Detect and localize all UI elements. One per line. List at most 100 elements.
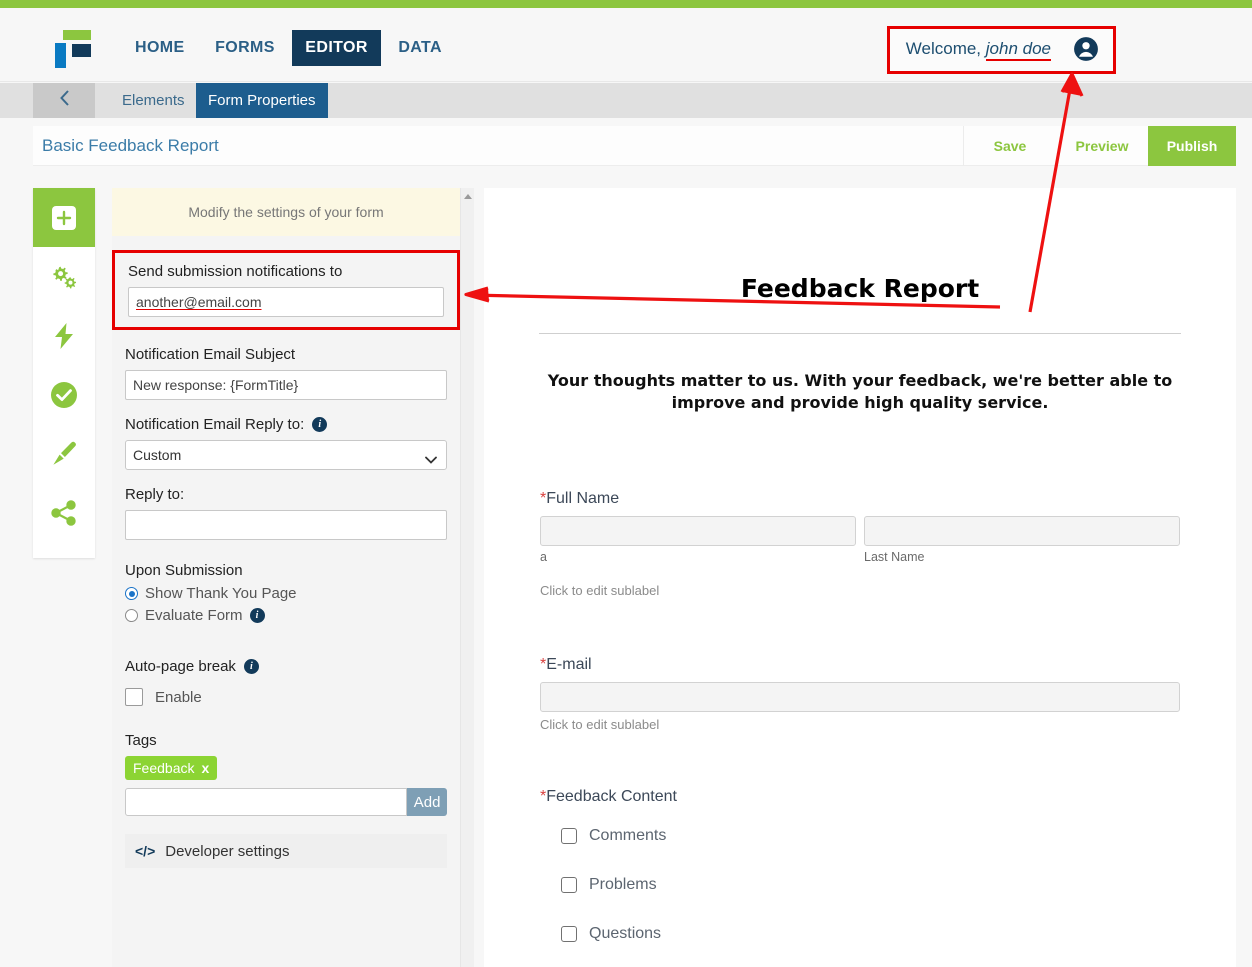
preview-checkbox-option-comments[interactable]: Comments [561, 827, 1180, 845]
preview-field-feedback-content[interactable]: *Feedback Content Comments Problems Ques… [540, 788, 1180, 943]
preview-sublabel-first-name[interactable]: a [540, 550, 856, 564]
form-preview: Feedback Report Your thoughts matter to … [484, 188, 1236, 967]
rail-item-share[interactable] [33, 483, 95, 542]
notifications-email-input[interactable] [128, 287, 444, 317]
preview-form-title[interactable]: Feedback Report [484, 274, 1236, 303]
publish-button[interactable]: Publish [1148, 126, 1236, 166]
tag-add-row: Add [125, 788, 447, 816]
subject-label: Notification Email Subject [125, 346, 296, 363]
checkbox-comments[interactable] [561, 828, 577, 844]
rail-item-settings[interactable] [33, 247, 95, 306]
tag-input[interactable] [125, 788, 408, 816]
preview-label-text-full-name: Full Name [546, 490, 620, 507]
replyto-select-label-text: Notification Email Reply to: [125, 416, 305, 433]
developer-settings-label: Developer settings [165, 842, 290, 860]
preview-input-last-name[interactable] [864, 516, 1180, 546]
preview-inputs-email [540, 682, 1180, 712]
nav-link-editor[interactable]: EDITOR [292, 30, 381, 66]
preview-label-text-email: E-mail [546, 656, 592, 673]
auto-page-break-enable-row[interactable]: Enable [125, 688, 447, 706]
preview-checkbox-option-problems[interactable]: Problems [561, 876, 1180, 894]
notifications-label: Send submission notifications to [128, 263, 343, 280]
welcome-text: Welcome, john doe [905, 39, 1051, 61]
auto-page-break-label: Auto-page break i [125, 658, 447, 675]
tag-chip-feedback[interactable]: Feedback x [125, 756, 218, 780]
nav-link-data[interactable]: DATA [385, 30, 455, 66]
main-navbar: HOME FORMS EDITOR DATA Welcome, john doe [0, 8, 1252, 82]
checkbox-problems[interactable] [561, 877, 577, 893]
preview-hint-full-name[interactable]: Click to edit sublabel [540, 583, 1180, 598]
form-title-bar: Basic Feedback Report Save Preview Publi… [33, 126, 1236, 166]
logo-green-bar [63, 30, 91, 40]
preview-field-email[interactable]: *E-mail Click to edit sublabel [540, 656, 1180, 732]
notifications-highlight-group: Send submission notifications to [112, 250, 460, 330]
auto-page-break-checkbox[interactable] [125, 688, 143, 706]
preview-label-email: *E-mail [540, 656, 1180, 674]
settings-hint-banner: Modify the settings of your form [112, 188, 460, 236]
preview-checkbox-option-questions[interactable]: Questions [561, 925, 1180, 943]
nav-link-home[interactable]: HOME [122, 30, 198, 66]
welcome-prefix: Welcome, [905, 39, 982, 58]
tag-remove-icon[interactable]: x [201, 760, 209, 776]
logo-navy-square [72, 44, 91, 57]
preview-hint-email[interactable]: Click to edit sublabel [540, 717, 1180, 732]
preview-button[interactable]: Preview [1056, 126, 1148, 166]
top-green-stripe [0, 0, 1252, 8]
scroll-up-arrow-icon[interactable] [464, 194, 472, 199]
info-icon-replyto[interactable]: i [312, 417, 328, 432]
upon-submission-label: Upon Submission [125, 562, 243, 579]
paintbrush-icon [50, 440, 78, 468]
radio-label-evaluate-form: Evaluate Form [145, 607, 243, 624]
tool-rail [33, 188, 95, 558]
welcome-user-box[interactable]: Welcome, john doe [886, 26, 1116, 74]
preview-inputs-full-name [540, 516, 1180, 546]
radio-indicator-evaluate-form[interactable] [125, 609, 138, 622]
form-builder-logo[interactable] [55, 30, 91, 68]
replyto-select-label: Notification Email Reply to: i [125, 416, 447, 433]
rail-item-thank-you[interactable] [33, 365, 95, 424]
back-button[interactable] [33, 83, 95, 118]
radio-evaluate-form[interactable]: Evaluate Form i [125, 607, 447, 624]
replyto-label: Reply to: [125, 486, 185, 503]
tab-elements[interactable]: Elements [110, 83, 197, 118]
add-tag-button[interactable]: Add [407, 788, 447, 816]
replyto-input[interactable] [125, 510, 447, 540]
nav-link-forms[interactable]: FORMS [202, 30, 288, 66]
rail-item-conditions[interactable] [33, 306, 95, 365]
subject-input[interactable] [125, 370, 447, 400]
preview-sublabel-last-name[interactable]: Last Name [864, 550, 1180, 564]
title-actions: Save Preview Publish [963, 126, 1236, 166]
checkbox-label-comments: Comments [589, 827, 667, 844]
auto-page-break-enable-label: Enable [155, 688, 202, 706]
page-title[interactable]: Basic Feedback Report [42, 136, 219, 156]
radio-indicator-thank-you[interactable] [125, 587, 138, 600]
welcome-username: john doe [985, 39, 1051, 61]
logo-blue-bar [55, 43, 66, 68]
preview-form-subtitle[interactable]: Your thoughts matter to us. With your fe… [542, 370, 1178, 414]
nav-links: HOME FORMS EDITOR DATA [122, 30, 455, 66]
radio-show-thank-you-page[interactable]: Show Thank You Page [125, 585, 447, 602]
preview-input-first-name[interactable] [540, 516, 856, 546]
preview-input-email[interactable] [540, 682, 1180, 712]
preview-field-full-name[interactable]: *Full Name a Last Name Click to edit sub… [540, 490, 1180, 598]
preview-label-text-feedback-content: Feedback Content [546, 788, 677, 805]
replyto-select[interactable]: Custom [125, 440, 447, 470]
checkbox-label-problems: Problems [589, 876, 657, 893]
rail-item-design[interactable] [33, 424, 95, 483]
radio-label-thank-you: Show Thank You Page [145, 585, 297, 602]
gears-settings-icon [49, 264, 79, 290]
info-icon-auto-page-break[interactable]: i [243, 659, 259, 674]
developer-settings-row[interactable]: </> Developer settings [125, 834, 447, 868]
user-avatar-icon[interactable] [1073, 36, 1099, 62]
check-circle-icon [50, 381, 78, 409]
panel-scrollbar[interactable] [460, 188, 474, 967]
save-button[interactable]: Save [964, 126, 1056, 166]
replyto-select-wrap: Custom [125, 440, 447, 470]
info-icon-evaluate-form[interactable]: i [249, 608, 265, 623]
checkbox-label-questions: Questions [589, 925, 662, 942]
code-brackets-icon: </> [135, 843, 156, 859]
rail-item-add-element[interactable] [33, 188, 95, 247]
checkbox-questions[interactable] [561, 926, 577, 942]
tab-form-properties[interactable]: Form Properties [196, 83, 328, 118]
share-icon [50, 499, 78, 526]
